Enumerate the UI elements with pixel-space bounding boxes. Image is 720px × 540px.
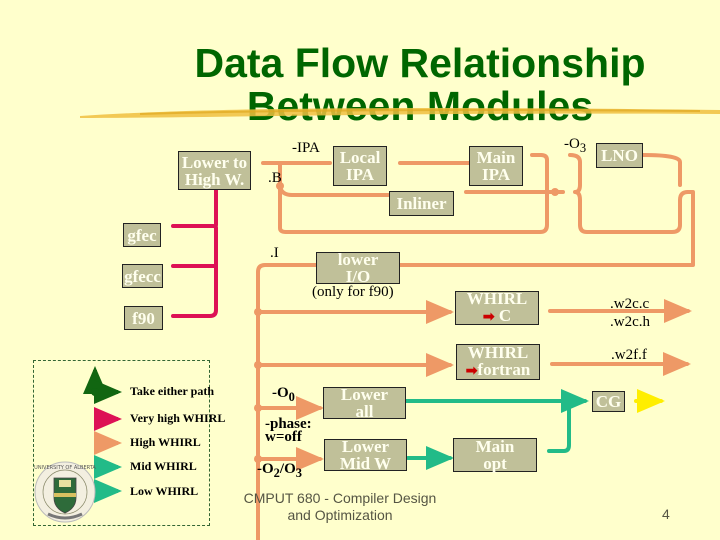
legend-item-mid-whirl: Mid WHIRL	[130, 459, 197, 473]
legend-item-very-high-whirl: Very high WHIRL	[130, 411, 226, 425]
legend-item-take-either-path: Take either path	[130, 384, 215, 398]
take-either-path-icon	[83, 366, 122, 404]
legend-icons	[83, 366, 122, 503]
legend-item-high-whirl: High WHIRL	[130, 435, 201, 449]
legend-item-low-whirl: Low WHIRL	[130, 484, 199, 498]
svg-text:UNIVERSITY OF ALBERTA: UNIVERSITY OF ALBERTA	[34, 465, 96, 471]
page-number: 4	[662, 506, 670, 522]
university-crest-icon: UNIVERSITY OF ALBERTA	[34, 461, 96, 523]
footer-course-title: CMPUT 680 - Compiler Design and Optimiza…	[243, 490, 437, 523]
